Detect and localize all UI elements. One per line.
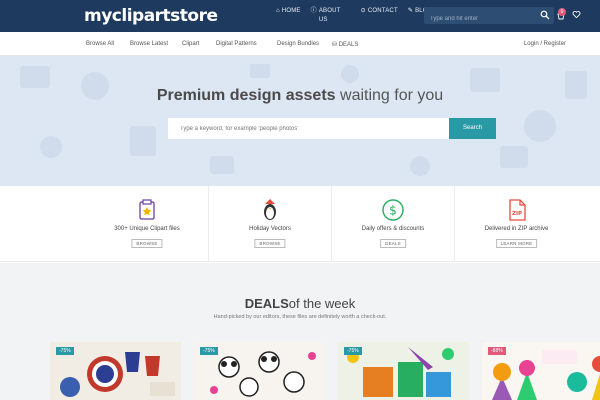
deals-subtitle: Hand-picked by our editors, these files …	[213, 314, 387, 320]
feature-clipart: 300+ Unique Clipart files BROWSE	[86, 186, 209, 262]
site-logo[interactable]: myclipartstore	[84, 6, 218, 26]
feature-browse-button[interactable]: BROWSE	[131, 239, 163, 248]
feature-title: 300+ Unique Clipart files	[114, 226, 180, 232]
deals-title-bold: DEALS	[244, 296, 289, 311]
deals-title: DEALSof the week	[0, 296, 600, 311]
features-strip: 300+ Unique Clipart files BROWSE Holiday…	[0, 186, 600, 262]
nav-deals-label: DEALS	[338, 42, 359, 48]
feature-zip: ZIP Delivered in ZIP archive LEARN MORE	[455, 186, 578, 262]
login-register-link[interactable]: Login / Register	[524, 41, 566, 47]
hero-banner: Premium design assets waiting for you Se…	[0, 56, 600, 186]
discount-badge: -75%	[56, 347, 74, 355]
top-nav: ⌂ HOME ⓘ ABOUT US ⊙ CONTACT ✎ BLOG	[276, 7, 433, 25]
nav-contact[interactable]: ⊙ CONTACT	[361, 7, 398, 25]
home-icon: ⌂	[276, 8, 280, 14]
hero-title-rest: waiting for you	[335, 87, 444, 104]
tag-icon: ⛁	[332, 42, 338, 48]
hero-search-button[interactable]: Search	[449, 118, 496, 139]
feature-holiday: Holiday Vectors BROWSE	[209, 186, 332, 262]
nav-deals[interactable]: ⛁ DEALS	[332, 41, 358, 48]
deal-card[interactable]: -75%	[50, 342, 181, 400]
feature-title: Holiday Vectors	[249, 226, 291, 232]
svg-text:$: $	[389, 204, 397, 218]
hero-title: Premium design assets waiting for you	[0, 87, 600, 105]
svg-text:ZIP: ZIP	[511, 211, 521, 217]
search-icon[interactable]	[540, 10, 550, 20]
info-icon: ⓘ	[310, 8, 317, 14]
nav-browse-all[interactable]: Browse All	[86, 41, 114, 47]
category-nav: Browse All Browse Latest Clipart Digital…	[0, 32, 600, 56]
clipart-icon	[139, 199, 155, 220]
top-header: myclipartstore ⌂ HOME ⓘ ABOUT US ⊙ CONTA…	[0, 0, 600, 32]
nav-home-label: HOME	[281, 8, 301, 14]
deal-card[interactable]: -88%	[482, 342, 600, 400]
feature-learn-more-button[interactable]: LEARN MORE	[495, 239, 538, 248]
header-search	[424, 7, 554, 28]
header-search-input[interactable]	[424, 10, 534, 28]
dollar-icon: $	[382, 199, 404, 221]
deal-card[interactable]: -75%	[338, 342, 469, 400]
feature-offers: $ Daily offers & discounts DEALS	[332, 186, 455, 262]
hero-title-bold: Premium design assets	[156, 87, 336, 104]
nav-home[interactable]: ⌂ HOME	[276, 7, 301, 25]
nav-about-label: ABOUT US	[318, 8, 341, 23]
nav-contact-label: CONTACT	[367, 8, 398, 14]
nav-about[interactable]: ⓘ ABOUT US	[311, 7, 351, 25]
penguin-icon	[264, 199, 276, 220]
contact-icon: ⊙	[360, 8, 366, 14]
nav-clipart[interactable]: Clipart	[182, 41, 199, 47]
discount-badge: -88%	[488, 347, 506, 355]
discount-badge: -75%	[344, 347, 362, 355]
deals-title-rest: of the week	[288, 296, 356, 311]
nav-design-bundles[interactable]: Design Bundles	[277, 41, 319, 47]
feature-title: Delivered in ZIP archive	[484, 226, 549, 232]
hero-search-input[interactable]	[168, 118, 449, 139]
heart-icon[interactable]	[572, 10, 581, 19]
feature-deals-button[interactable]: DEALS	[380, 239, 406, 248]
deal-card[interactable]: -75%	[194, 342, 325, 400]
discount-badge: -75%	[200, 347, 218, 355]
nav-digital-patterns[interactable]: Digital Patterns	[216, 41, 257, 47]
cart-count-badge: 0	[558, 8, 566, 16]
feature-title: Daily offers & discounts	[361, 226, 425, 232]
zip-file-icon: ZIP	[508, 199, 526, 221]
feature-browse-button[interactable]: BROWSE	[254, 239, 286, 248]
pencil-icon: ✎	[407, 8, 414, 14]
nav-browse-latest[interactable]: Browse Latest	[130, 41, 168, 47]
deals-section: DEALSof the week Hand-picked by our edit…	[0, 263, 600, 400]
